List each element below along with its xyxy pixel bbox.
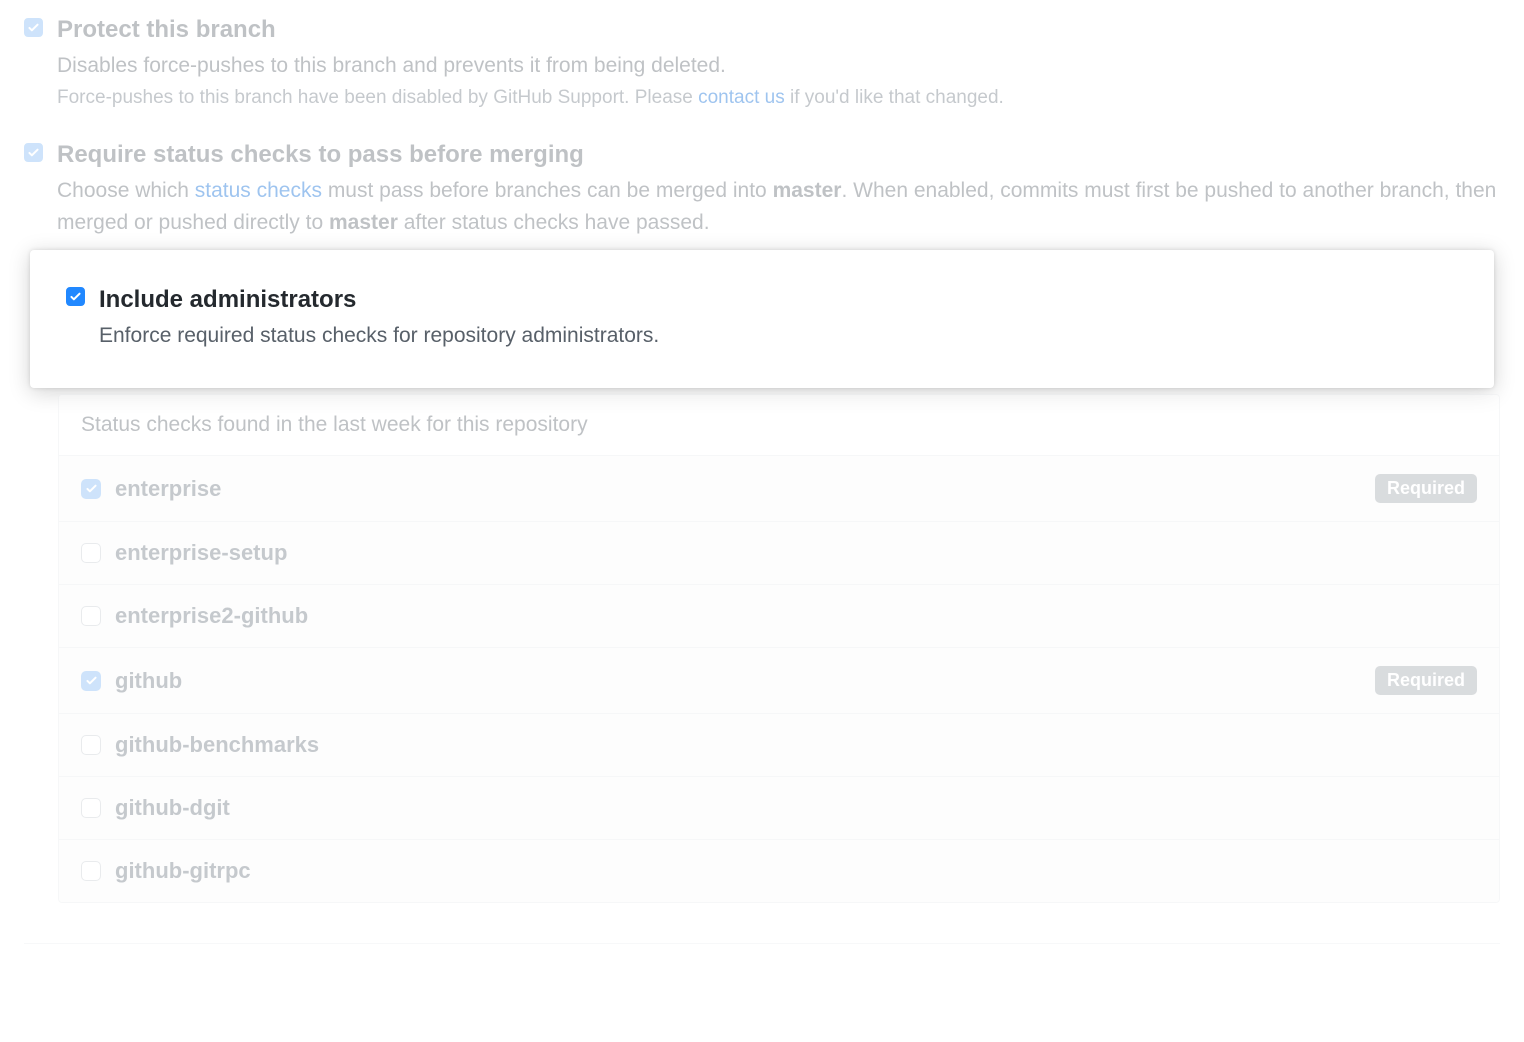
status-check-checkbox[interactable] (81, 606, 101, 626)
require-checks-desc: Choose which status checks must pass bef… (57, 175, 1500, 240)
status-check-left: github-benchmarks (81, 732, 319, 758)
required-badge: Required (1375, 666, 1477, 695)
protect-branch-desc: Disables force-pushes to this branch and… (57, 50, 1004, 83)
status-check-row: github-benchmarks (59, 713, 1499, 776)
protect-branch-content: Protect this branch Disables force-pushe… (57, 12, 1004, 109)
status-check-checkbox[interactable] (81, 543, 101, 563)
branch-protection-settings: Protect this branch Disables force-pushe… (0, 0, 1524, 1042)
status-check-row: enterprise2-github (59, 584, 1499, 647)
check-icon (69, 290, 82, 303)
include-admins-card: Include administrators Enforce required … (30, 250, 1494, 389)
protect-branch-section: Protect this branch Disables force-pushe… (24, 12, 1500, 109)
status-check-name: github-benchmarks (115, 732, 319, 758)
status-check-left: github-dgit (81, 795, 230, 821)
desc-text: after status checks have passed. (398, 211, 710, 234)
check-icon (27, 146, 40, 159)
status-check-left: enterprise2-github (81, 603, 308, 629)
status-check-left: github (81, 668, 182, 694)
required-badge: Required (1375, 474, 1477, 503)
status-check-left: github-gitrpc (81, 858, 251, 884)
require-checks-content: Require status checks to pass before mer… (57, 137, 1500, 240)
status-check-checkbox[interactable] (81, 671, 101, 691)
status-check-checkbox[interactable] (81, 798, 101, 818)
status-check-name: github-dgit (115, 795, 230, 821)
checks-list-wrapper: Status checks found in the last week for… (24, 394, 1500, 903)
branch-name: master (773, 179, 842, 202)
branch-name: master (329, 211, 398, 234)
status-check-row: github-gitrpc (59, 839, 1499, 902)
note-text-suffix: if you'd like that changed. (785, 87, 1004, 108)
status-checks-link[interactable]: status checks (195, 179, 322, 202)
require-checks-title: Require status checks to pass before mer… (57, 137, 1500, 173)
status-check-row: github-dgit (59, 776, 1499, 839)
protect-branch-checkbox[interactable] (24, 18, 43, 37)
status-check-checkbox[interactable] (81, 479, 101, 499)
include-admins-content: Include administrators Enforce required … (99, 282, 659, 353)
contact-us-link[interactable]: contact us (698, 87, 785, 108)
include-admins-title: Include administrators (99, 282, 659, 318)
status-check-left: enterprise-setup (81, 540, 287, 566)
status-check-left: enterprise (81, 476, 221, 502)
protect-branch-note: Force-pushes to this branch have been di… (57, 87, 1004, 109)
status-check-row: enterprise-setup (59, 521, 1499, 584)
status-checks-list: enterprise Required enterprise-setup enterp… (59, 455, 1499, 902)
require-checks-section: Require status checks to pass before mer… (24, 137, 1500, 240)
status-check-row: enterprise Required (59, 455, 1499, 521)
protect-branch-title: Protect this branch (57, 12, 1004, 48)
status-check-name: enterprise2-github (115, 603, 308, 629)
status-check-name: github-gitrpc (115, 858, 251, 884)
check-icon (27, 21, 40, 34)
note-text: Force-pushes to this branch have been di… (57, 87, 698, 108)
require-checks-checkbox[interactable] (24, 143, 43, 162)
status-check-checkbox[interactable] (81, 735, 101, 755)
include-admins-checkbox[interactable] (66, 287, 85, 306)
desc-text: Choose which (57, 179, 195, 202)
status-checks-box: Status checks found in the last week for… (58, 394, 1500, 903)
status-check-row: github Required (59, 647, 1499, 713)
desc-text: must pass before branches can be merged … (322, 179, 773, 202)
status-checks-header: Status checks found in the last week for… (59, 395, 1499, 455)
check-icon (85, 674, 98, 687)
include-admins-desc: Enforce required status checks for repos… (99, 320, 659, 353)
divider (24, 943, 1500, 944)
status-check-name: github (115, 668, 182, 694)
status-check-checkbox[interactable] (81, 861, 101, 881)
status-check-name: enterprise-setup (115, 540, 287, 566)
status-check-name: enterprise (115, 476, 221, 502)
check-icon (85, 482, 98, 495)
